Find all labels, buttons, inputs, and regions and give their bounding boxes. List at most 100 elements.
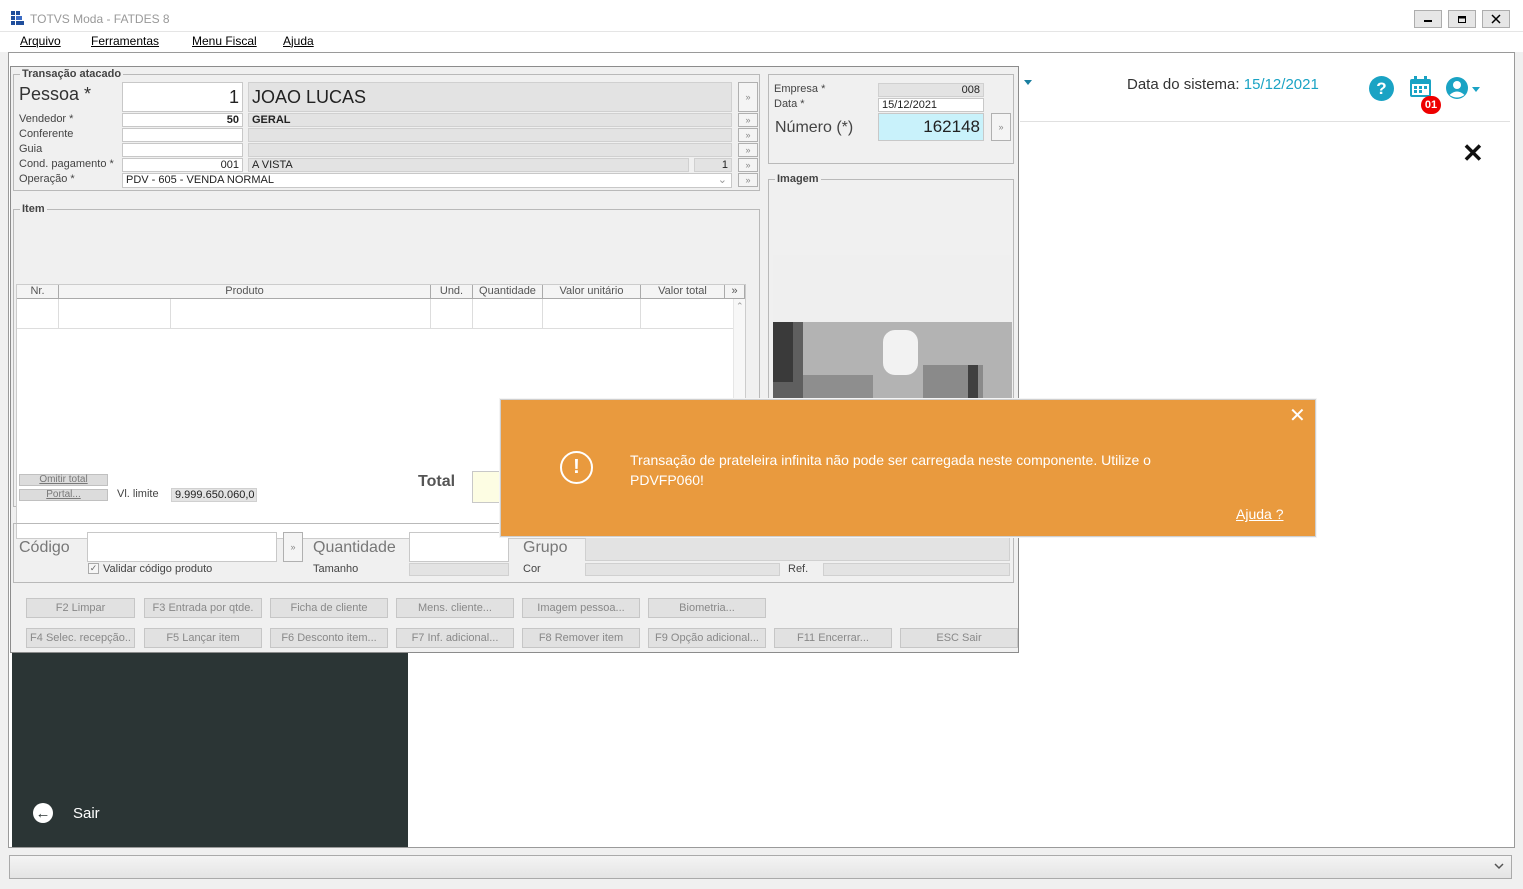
data-label: Data * (774, 98, 805, 110)
col-produto[interactable]: Produto (59, 285, 431, 298)
toast-message: Transação de prateleira infinita não pod… (630, 452, 1151, 488)
biometria-button[interactable]: Biometria... (648, 598, 766, 618)
guia-label: Guia (19, 143, 43, 155)
ref-label: Ref. (788, 563, 809, 575)
f3-entrada-qtde-button[interactable]: F3 Entrada por qtde. (144, 598, 262, 618)
status-bar[interactable] (9, 855, 1512, 879)
total-label: Total (418, 473, 456, 490)
sair-label: Sair (73, 804, 100, 822)
pessoa-lookup-button[interactable]: » (738, 82, 758, 112)
vl-limite-field: 9.999.650.060,0 (171, 488, 257, 502)
conferente-lookup-button[interactable]: » (738, 128, 758, 142)
toast-help-link[interactable]: Ajuda ? (1236, 506, 1283, 522)
empresa-field: 008 (878, 83, 984, 97)
col-nr[interactable]: Nr. (17, 285, 59, 298)
totvs-app-icon (11, 11, 24, 25)
vendedor-lookup-button[interactable]: » (738, 113, 758, 127)
omitir-total-button[interactable]: Omitir total (19, 474, 108, 486)
alert-icon: ! (560, 451, 593, 484)
menu-bar: Arquivo Ferramentas Menu Fiscal Ajuda (0, 32, 1523, 52)
user-menu-caret-icon[interactable] (1472, 87, 1480, 92)
system-date-label: Data do sistema: (1127, 76, 1240, 93)
f11-encerrar-button[interactable]: F11 Encerrar... (774, 628, 892, 648)
esc-sair-button[interactable]: ESC Sair (900, 628, 1018, 648)
help-icon[interactable]: ? (1369, 76, 1394, 101)
validar-codigo-checkbox[interactable]: ✓ (88, 563, 99, 574)
cor-label: Cor (523, 563, 541, 575)
codigo-input[interactable] (87, 532, 277, 562)
system-date-value: 15/12/2021 (1243, 76, 1319, 93)
codigo-lookup-button[interactable]: » (283, 532, 303, 562)
pessoa-label: Pessoa * (19, 84, 92, 104)
grupo-field (585, 537, 1010, 561)
quantidade-label: Quantidade (313, 539, 396, 556)
dropdown-caret-icon[interactable] (1024, 80, 1032, 85)
quantidade-input[interactable] (409, 532, 509, 562)
col-valor-unitario[interactable]: Valor unitário (543, 285, 641, 298)
codigo-label: Código (19, 539, 70, 556)
f4-selec-recepcao-button[interactable]: F4 Selec. recepção.. (26, 628, 135, 648)
conferente-label: Conferente (19, 128, 74, 140)
operacao-value: PDV - 605 - VENDA NORMAL (126, 174, 274, 186)
calendar-badge: 01 (1421, 96, 1441, 114)
menu-arquivo[interactable]: Arquivo (20, 34, 61, 48)
restore-button[interactable] (1448, 10, 1476, 28)
ficha-cliente-button[interactable]: Ficha de cliente (270, 598, 388, 618)
error-toast: ! Transação de prateleira infinita não p… (500, 399, 1316, 537)
imagem-pessoa-button[interactable]: Imagem pessoa... (522, 598, 640, 618)
conferente-name-field (248, 128, 732, 142)
pessoa-code-field[interactable]: 1 (122, 82, 243, 112)
sair-button[interactable]: ← Sair (33, 803, 100, 823)
toast-close-icon[interactable]: ✕ (1289, 406, 1306, 426)
col-quantidade[interactable]: Quantidade (473, 285, 543, 298)
f9-opcao-adicional-button[interactable]: F9 Opção adicional... (648, 628, 766, 648)
cond-pagamento-code-field[interactable]: 001 (122, 158, 243, 172)
vl-limite-label: Vl. limite (117, 488, 159, 500)
mens-cliente-button[interactable]: Mens. cliente... (396, 598, 514, 618)
conferente-code-field[interactable] (122, 128, 243, 142)
menu-ferramentas[interactable]: Ferramentas (91, 34, 159, 48)
transaction-form: Transação atacado Pessoa * 1 JOAO LUCAS … (10, 66, 1019, 653)
grid-options-icon[interactable]: » (725, 285, 745, 298)
minimize-button[interactable] (1414, 10, 1442, 28)
operacao-lookup-button[interactable]: » (738, 173, 758, 187)
numero-lookup-button[interactable]: » (991, 113, 1011, 141)
tamanho-label: Tamanho (313, 563, 359, 575)
window-title: TOTVS Moda - FATDES 8 (30, 12, 170, 26)
cond-pagamento-label: Cond. pagamento * (19, 158, 114, 170)
f7-inf-adicional-button[interactable]: F7 Inf. adicional... (396, 628, 514, 648)
menu-ajuda[interactable]: Ajuda (283, 34, 314, 48)
portal-button[interactable]: Portal... (19, 489, 108, 501)
operacao-select[interactable]: PDV - 605 - VENDA NORMAL ⌄ (122, 173, 732, 188)
f2-limpar-button[interactable]: F2 Limpar (26, 598, 135, 618)
guia-name-field (248, 143, 732, 157)
cond-pagamento-name-field: A VISTA (248, 158, 689, 172)
f6-desconto-item-button[interactable]: F6 Desconto item... (270, 628, 388, 648)
web-header (1020, 66, 1510, 122)
col-valor-total[interactable]: Valor total (641, 285, 725, 298)
close-window-button[interactable] (1482, 10, 1510, 28)
guia-code-field[interactable] (122, 143, 243, 157)
numero-field[interactable]: 162148 (878, 113, 984, 141)
cond-pagamento-lookup-button[interactable]: » (738, 158, 758, 172)
col-und[interactable]: Und. (431, 285, 473, 298)
validar-codigo-label: Validar código produto (103, 563, 213, 575)
f5-lancar-item-button[interactable]: F5 Lançar item (144, 628, 262, 648)
calendar-icon[interactable] (1409, 76, 1432, 98)
restore-icon (1458, 15, 1466, 23)
vendedor-name-field: GERAL (248, 113, 732, 127)
menu-menu-fiscal[interactable]: Menu Fiscal (192, 34, 257, 48)
pessoa-name-field: JOAO LUCAS (248, 82, 732, 112)
close-page-icon[interactable]: ✕ (1462, 140, 1484, 166)
close-icon (1491, 14, 1501, 24)
data-field[interactable]: 15/12/2021 (878, 98, 984, 112)
guia-lookup-button[interactable]: » (738, 143, 758, 157)
system-date: Data do sistema: 15/12/2021 (1127, 76, 1319, 93)
vendedor-code-field[interactable]: 50 (122, 113, 243, 127)
items-grid-header: Nr. Produto Und. Quantidade Valor unitár… (17, 285, 745, 299)
numero-label: Número (*) (775, 119, 854, 136)
user-avatar-icon[interactable] (1445, 76, 1469, 100)
ref-field (823, 563, 1010, 576)
f8-remover-item-button[interactable]: F8 Remover item (522, 628, 640, 648)
table-row[interactable] (17, 299, 745, 329)
